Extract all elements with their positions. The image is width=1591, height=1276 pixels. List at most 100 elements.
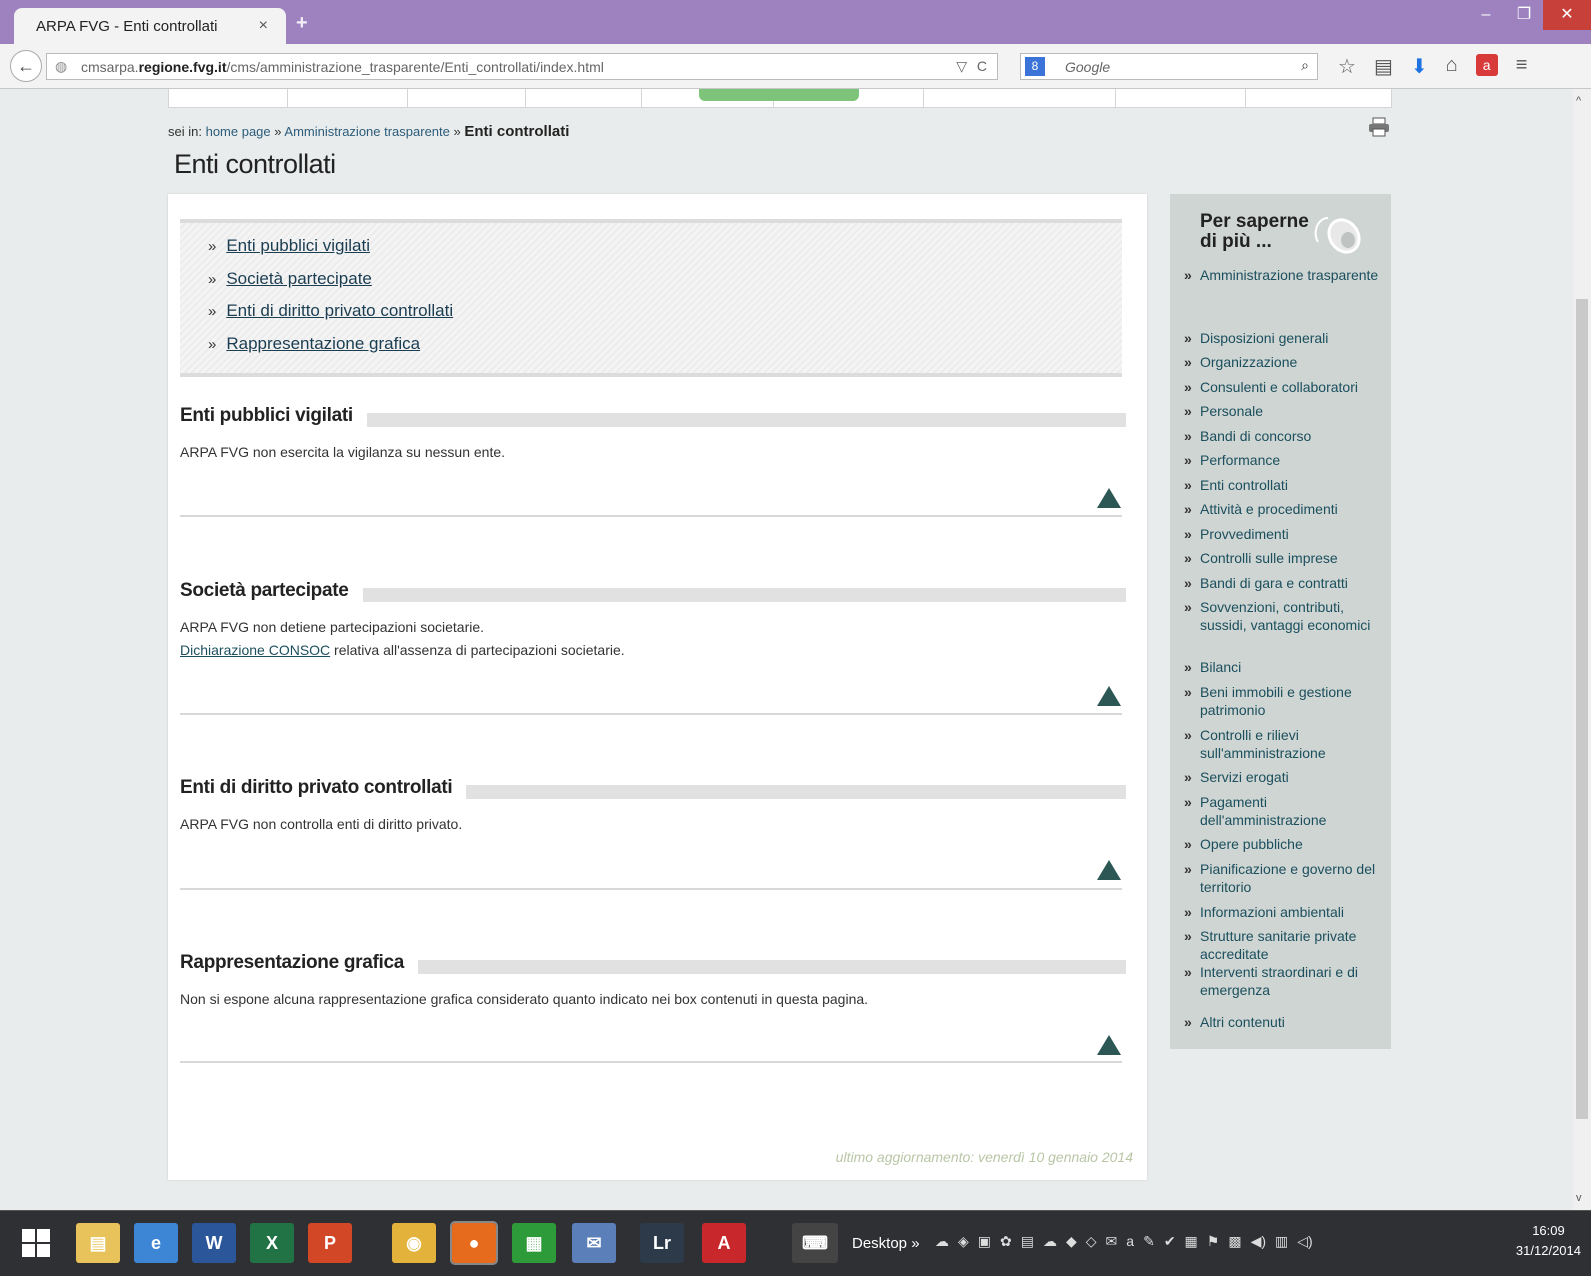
- tray-app-icon[interactable]: ◈: [958, 1233, 969, 1250]
- dropdown-icon[interactable]: ▽: [956, 58, 967, 74]
- start-windows-icon[interactable]: [14, 1223, 58, 1263]
- toc-link-enti-pubblici[interactable]: Enti pubblici vigilati: [226, 236, 370, 255]
- sidebar-bullet: »: [1184, 904, 1192, 920]
- scroll-down-icon[interactable]: v: [1576, 1192, 1582, 1204]
- acrobat-icon[interactable]: a: [1475, 54, 1498, 76]
- tab-close-icon[interactable]: ×: [259, 17, 268, 35]
- sidebar-item[interactable]: » Pagamenti dell'amministrazione: [1184, 793, 1384, 829]
- tray-app-icon[interactable]: ✉: [1106, 1233, 1118, 1250]
- consoc-link[interactable]: Dichiarazione CONSOC: [180, 642, 330, 658]
- scroll-thumb[interactable]: [1576, 299, 1588, 1119]
- browser-tab[interactable]: ARPA FVG - Enti controllati ×: [14, 8, 286, 44]
- sidebar-item[interactable]: » Organizzazione: [1184, 353, 1384, 371]
- tray-app-icon[interactable]: ▤: [1021, 1233, 1034, 1250]
- print-icon[interactable]: [1368, 117, 1390, 143]
- toc-link-rappresentazione[interactable]: Rappresentazione grafica: [226, 334, 420, 353]
- sidebar-item[interactable]: » Performance: [1184, 451, 1384, 469]
- sidebar-item[interactable]: » Personale: [1184, 402, 1384, 420]
- toc-link-enti-privati[interactable]: Enti di diritto privato controllati: [226, 301, 453, 320]
- sidebar-item[interactable]: » Enti controllati: [1184, 476, 1384, 494]
- sidebar-item[interactable]: » Controlli sulle imprese: [1184, 549, 1384, 567]
- back-arrow-icon[interactable]: ←: [10, 50, 42, 82]
- sidebar-item[interactable]: » Strutture sanitarie private accreditate: [1184, 927, 1384, 963]
- menu-icon[interactable]: ≡: [1516, 54, 1528, 79]
- sidebar-bullet: »: [1184, 836, 1192, 852]
- vertical-scrollbar[interactable]: ^ v: [1573, 89, 1591, 1210]
- keyboard-icon[interactable]: ⌨: [792, 1223, 838, 1263]
- tray-app-icon[interactable]: ◆: [1066, 1233, 1077, 1250]
- tray-app-icon[interactable]: ✿: [1000, 1233, 1012, 1250]
- scroll-up-icon[interactable]: ^: [1576, 95, 1581, 107]
- download-icon[interactable]: ⬇: [1411, 54, 1428, 79]
- sidebar-item[interactable]: » Attività e procedimenti: [1184, 500, 1384, 518]
- search-engine-icon[interactable]: 8: [1025, 57, 1045, 76]
- sidebar-item[interactable]: » Servizi erogati: [1184, 768, 1384, 786]
- desktop-toolbar-label[interactable]: Desktop »: [852, 1235, 920, 1252]
- tray-app-icon[interactable]: ✔: [1164, 1233, 1176, 1250]
- internet-explorer-icon[interactable]: e: [134, 1223, 178, 1263]
- acrobat-icon[interactable]: A: [702, 1223, 746, 1263]
- home-icon[interactable]: ⌂: [1446, 54, 1458, 79]
- onedrive-icon[interactable]: ☁: [1043, 1233, 1057, 1250]
- restore-icon[interactable]: ❐: [1505, 0, 1543, 30]
- chrome-icon[interactable]: ◉: [392, 1223, 436, 1263]
- search-bar[interactable]: 8 Google ⌕: [1020, 53, 1318, 80]
- nav-divider: [923, 89, 924, 107]
- sidebar-item[interactable]: » Altri contenuti: [1184, 1013, 1384, 1031]
- excel-icon[interactable]: X: [250, 1223, 294, 1263]
- cloud-icon[interactable]: ☁: [935, 1233, 949, 1250]
- tray-app-icon[interactable]: ▣: [978, 1233, 991, 1250]
- back-to-top-icon[interactable]: [1097, 1035, 1121, 1055]
- word-icon[interactable]: W: [192, 1223, 236, 1263]
- top-navigation-strip[interactable]: [168, 89, 1392, 108]
- new-tab-button[interactable]: +: [296, 12, 308, 35]
- store-icon[interactable]: ▦: [512, 1223, 556, 1263]
- back-to-top-icon[interactable]: [1097, 686, 1121, 706]
- tray-app-icon[interactable]: ✎: [1143, 1233, 1155, 1250]
- sidebar-item[interactable]: » Controlli e rilievi sull'amministrazion…: [1184, 726, 1384, 762]
- search-icon[interactable]: ⌕: [1301, 57, 1309, 74]
- tray-app-icon[interactable]: ▦: [1185, 1233, 1198, 1250]
- section-divider: [180, 713, 1122, 715]
- back-to-top-icon[interactable]: [1097, 488, 1121, 508]
- volume-icon[interactable]: ◀): [1251, 1233, 1266, 1250]
- flag-icon[interactable]: ⚑: [1207, 1233, 1220, 1250]
- breadcrumb-separator: »: [274, 124, 282, 139]
- sidebar-item[interactable]: » Informazioni ambientali: [1184, 903, 1384, 921]
- firefox-icon[interactable]: ●: [450, 1221, 498, 1265]
- toc-link-societa[interactable]: Società partecipate: [226, 269, 372, 288]
- sidebar-item[interactable]: » Bandi di gara e contratti: [1184, 574, 1384, 592]
- sidebar-item[interactable]: » Pianificazione e governo del territorio: [1184, 860, 1384, 896]
- network-icon[interactable]: ▥: [1275, 1233, 1288, 1250]
- sidebar-item[interactable]: » Consulenti e collaboratori: [1184, 378, 1384, 396]
- sidebar-item[interactable]: » Bilanci: [1184, 658, 1384, 676]
- tray-app-icon[interactable]: ◇: [1086, 1233, 1097, 1250]
- sidebar-item[interactable]: » Disposizioni generali: [1184, 329, 1384, 347]
- sidebar-item[interactable]: » Bandi di concorso: [1184, 427, 1384, 445]
- tray-app-icon[interactable]: ▩: [1228, 1233, 1241, 1250]
- thunderbird-icon[interactable]: ✉: [572, 1223, 616, 1263]
- star-icon[interactable]: ☆: [1338, 54, 1356, 79]
- breadcrumb-parent-link[interactable]: Amministrazione trasparente: [284, 124, 449, 139]
- lightroom-icon[interactable]: Lr: [640, 1223, 684, 1263]
- speaker-icon[interactable]: ◁): [1297, 1233, 1312, 1250]
- file-explorer-icon[interactable]: ▤: [76, 1223, 120, 1263]
- sidebar-item[interactable]: » Amministrazione trasparente: [1184, 266, 1384, 284]
- url-bar[interactable]: ◍ cmsarpa.regione.fvg.it/cms/amministraz…: [46, 53, 998, 80]
- sidebar-item[interactable]: » Beni immobili e gestione patrimonio: [1184, 683, 1384, 719]
- breadcrumb-home-link[interactable]: home page: [206, 124, 271, 139]
- reload-icon[interactable]: C: [977, 58, 987, 74]
- back-to-top-icon[interactable]: [1097, 860, 1121, 880]
- system-clock[interactable]: 16:09 31/12/2014: [1516, 1221, 1581, 1261]
- sidebar-item[interactable]: » Sovvenzioni, contributi, sussidi, vanta…: [1184, 598, 1384, 634]
- minimize-icon[interactable]: –: [1467, 0, 1505, 30]
- acrobat-tray-icon[interactable]: a: [1126, 1233, 1134, 1250]
- powerpoint-icon[interactable]: P: [308, 1223, 352, 1263]
- close-window-icon[interactable]: ✕: [1543, 0, 1591, 30]
- sidebar-item[interactable]: » Opere pubbliche: [1184, 835, 1384, 853]
- sidebar-item[interactable]: » Provvedimenti: [1184, 525, 1384, 543]
- reading-list-icon[interactable]: ▤: [1374, 54, 1393, 79]
- sidebar-item[interactable]: » Interventi straordinari e di emergenza: [1184, 963, 1384, 999]
- sidebar-item-label: Altri contenuti: [1200, 1014, 1285, 1030]
- section-divider: [180, 1061, 1122, 1063]
